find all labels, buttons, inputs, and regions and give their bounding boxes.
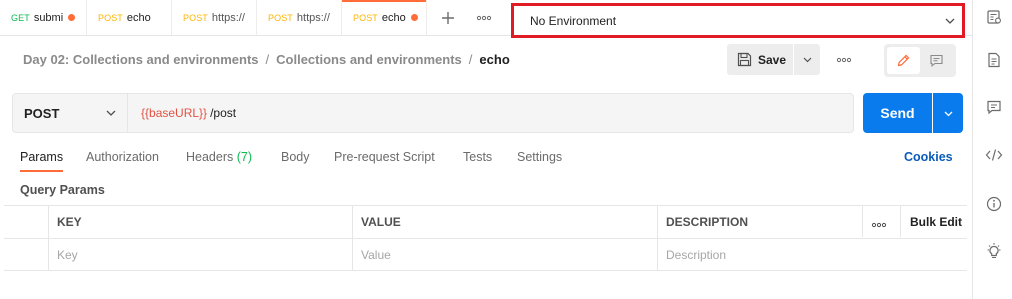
value-input[interactable]: Value xyxy=(361,248,391,262)
more-horizontal-icon xyxy=(836,57,852,62)
more-horizontal-icon xyxy=(476,15,492,20)
tab-method: POST xyxy=(353,12,378,23)
url-input[interactable]: {{baseURL}} /post xyxy=(128,93,854,133)
comments-icon[interactable] xyxy=(985,98,1003,116)
send-options-button[interactable] xyxy=(933,93,963,133)
tab-name: https:// xyxy=(211,11,245,24)
tab-params[interactable]: Params xyxy=(20,150,63,164)
chevron-down-icon xyxy=(944,15,956,30)
breadcrumb-separator: / xyxy=(265,52,270,67)
tab-name: https:// xyxy=(296,11,330,24)
request-tab-5-active[interactable]: POST echo xyxy=(342,0,427,35)
description-input[interactable]: Description xyxy=(666,248,726,262)
send-label: Send xyxy=(880,105,915,121)
more-horizontal-icon xyxy=(871,222,887,228)
breadcrumb-separator: / xyxy=(468,52,473,67)
environment-selector[interactable]: No Environment xyxy=(511,3,965,38)
request-tab-3[interactable]: POST https:// xyxy=(172,0,257,35)
tab-headers[interactable]: Headers (7) xyxy=(186,150,252,164)
tab-name: echo xyxy=(126,11,151,24)
column-divider xyxy=(352,206,353,270)
tab-authorization[interactable]: Authorization xyxy=(86,150,159,164)
column-divider xyxy=(48,206,49,270)
view-mode-toggle xyxy=(884,44,956,77)
more-tabs-button[interactable] xyxy=(467,0,501,35)
table-row-divider xyxy=(4,238,967,239)
query-params-table: KEY VALUE DESCRIPTION Bulk Edit Key Valu… xyxy=(4,205,967,271)
tab-name: submi xyxy=(33,11,64,24)
request-tab-2[interactable]: POST echo xyxy=(87,0,172,35)
save-label: Save xyxy=(758,52,787,67)
headers-count-badge: (7) xyxy=(236,150,253,164)
comment-icon xyxy=(930,54,943,67)
tab-method: POST xyxy=(268,12,293,23)
unsaved-indicator xyxy=(410,14,418,21)
tab-pre-request-script[interactable]: Pre-request Script xyxy=(334,150,435,164)
documentation-icon[interactable] xyxy=(985,51,1003,69)
table-options-button[interactable] xyxy=(871,216,887,231)
active-tab-indicator xyxy=(20,170,63,172)
query-params-title: Query Params xyxy=(20,183,105,197)
code-icon[interactable] xyxy=(985,146,1003,164)
cookies-link[interactable]: Cookies xyxy=(904,150,953,164)
column-divider xyxy=(900,206,901,237)
lightbulb-icon[interactable] xyxy=(985,242,1003,260)
breadcrumb-workspace[interactable]: Day 02: Collections and environments xyxy=(23,52,259,67)
method-selected: POST xyxy=(24,105,60,121)
tab-method: POST xyxy=(183,12,208,23)
save-button[interactable]: Save xyxy=(727,44,793,75)
tab-tests[interactable]: Tests xyxy=(463,150,492,164)
method-select[interactable]: POST xyxy=(12,93,128,133)
info-icon[interactable] xyxy=(985,195,1003,213)
breadcrumb-request-name[interactable]: echo xyxy=(479,52,509,67)
tab-settings[interactable]: Settings xyxy=(517,150,562,164)
bulk-edit-button[interactable]: Bulk Edit xyxy=(910,215,962,229)
environment-selected: No Environment xyxy=(530,13,617,28)
request-tab-1[interactable]: GET submi xyxy=(0,0,87,35)
tab-method: GET xyxy=(11,12,30,23)
edit-mode-button[interactable] xyxy=(887,47,920,74)
environment-quicklook-icon[interactable] xyxy=(985,8,1003,26)
unsaved-indicator xyxy=(68,14,76,21)
url-variable: {{baseURL}} xyxy=(141,106,208,120)
pencil-icon xyxy=(897,54,910,67)
tab-body[interactable]: Body xyxy=(281,150,310,164)
breadcrumb: Day 02: Collections and environments / Col… xyxy=(23,52,510,67)
chevron-down-icon xyxy=(803,57,811,63)
tab-method: POST xyxy=(98,12,123,23)
more-actions-button[interactable] xyxy=(830,44,858,75)
chevron-down-icon xyxy=(105,107,117,122)
comment-mode-button[interactable] xyxy=(920,47,953,74)
key-input[interactable]: Key xyxy=(57,248,78,262)
new-tab-button[interactable] xyxy=(431,0,465,35)
request-tab-4[interactable]: POST https:// xyxy=(257,0,342,35)
tab-name: echo xyxy=(381,11,406,24)
column-header-key: KEY xyxy=(57,215,82,229)
tab-headers-label: Headers xyxy=(186,150,234,164)
right-sidebar xyxy=(972,0,1012,299)
send-button[interactable]: Send xyxy=(863,93,932,133)
save-options-button[interactable] xyxy=(794,44,820,75)
plus-icon xyxy=(442,11,454,24)
url-path: /post xyxy=(210,106,237,120)
column-header-description: DESCRIPTION xyxy=(666,215,749,229)
breadcrumb-collection[interactable]: Collections and environments xyxy=(276,52,462,67)
column-divider xyxy=(657,206,658,270)
chevron-down-icon xyxy=(944,111,952,116)
column-divider xyxy=(862,206,863,237)
column-header-value: VALUE xyxy=(361,215,401,229)
save-icon xyxy=(737,52,752,67)
